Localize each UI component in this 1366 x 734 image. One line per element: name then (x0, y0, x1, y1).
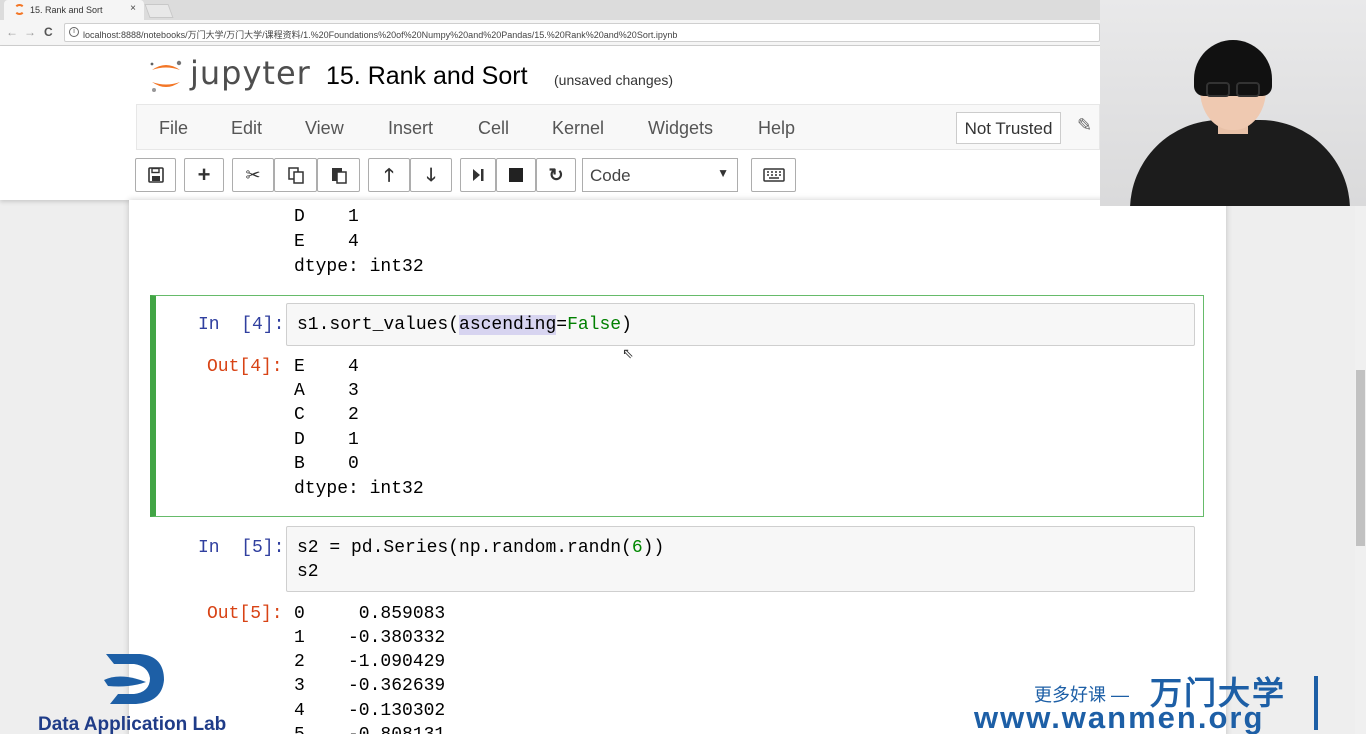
arrow-up-icon: 🡑 (384, 165, 394, 185)
output-line: 5 -0.808131 (294, 725, 445, 734)
cell-type-select[interactable]: Code ▼ (582, 158, 738, 192)
stop-icon (509, 168, 523, 182)
output-line: B 0 (294, 454, 359, 474)
floppy-disk-icon (147, 167, 164, 183)
output-line: 3 -0.362639 (294, 676, 446, 696)
jupyter-logo-icon[interactable] (146, 58, 186, 94)
jupyter-favicon-icon (14, 4, 25, 15)
save-button[interactable] (135, 158, 176, 192)
new-tab-button[interactable] (144, 4, 174, 18)
url-text: localhost:8888/notebooks/万门大学/万门大学/课程资料/… (83, 30, 678, 40)
menu-widgets[interactable]: Widgets (648, 118, 713, 139)
webcam-overlay (1100, 0, 1366, 206)
tab-title: 15. Rank and Sort (30, 5, 103, 15)
output-line: E 4 (294, 357, 359, 377)
copy-icon (287, 167, 304, 184)
jupyter-logo-text: jupyter (190, 54, 311, 92)
output-line: dtype: int32 (294, 479, 424, 499)
mouse-cursor-icon: ⇖ (622, 345, 634, 361)
reload-icon[interactable]: C (44, 25, 53, 39)
copy-button[interactable] (274, 158, 317, 192)
prev-output-line: D 1 (294, 207, 359, 227)
move-up-button[interactable]: 🡑 (368, 158, 410, 192)
tab-close-icon[interactable]: × (130, 3, 136, 14)
prev-output-line: dtype: int32 (294, 257, 424, 277)
cut-button[interactable]: ✂ (232, 158, 274, 192)
vertical-scrollbar[interactable] (1355, 206, 1366, 734)
forward-arrow-icon[interactable]: → (24, 25, 36, 39)
prev-output-line: E 4 (294, 232, 359, 252)
plus-icon: + (197, 162, 211, 187)
interrupt-button[interactable] (496, 158, 536, 192)
notebook-toolbar: + ✂ 🡑 🡓 ↻ Code ▼ (0, 150, 1100, 200)
edit-pencil-icon[interactable]: ✎ (1077, 115, 1092, 136)
scissors-icon: ✂ (245, 165, 261, 185)
menu-edit[interactable]: Edit (231, 118, 262, 139)
menu-file[interactable]: File (159, 118, 188, 139)
paste-button[interactable] (317, 158, 360, 192)
presenter-glasses (1206, 82, 1262, 98)
command-palette-button[interactable] (751, 158, 796, 192)
output-line: 2 -1.090429 (294, 652, 446, 672)
output-line: 1 -0.380332 (294, 628, 446, 648)
menu-help[interactable]: Help (758, 118, 795, 139)
site-info-icon[interactable]: i (69, 27, 79, 37)
paste-icon (331, 168, 347, 184)
menu-view[interactable]: View (305, 118, 344, 139)
cell-type-value: Code (590, 166, 631, 185)
out-prompt-5: Out[5]: (207, 604, 283, 624)
step-forward-icon (473, 169, 484, 181)
restart-button[interactable]: ↻ (536, 158, 576, 192)
out-prompt-4: Out[4]: (207, 357, 283, 377)
output-line: 4 -0.130302 (294, 701, 446, 721)
arrow-down-icon: 🡓 (426, 165, 436, 185)
code-line: s2 = pd.Series(np.random.randn(6)) (297, 538, 665, 558)
dropdown-caret-icon: ▼ (717, 166, 729, 180)
code-line: s1.sort_values(ascending=False) (297, 315, 632, 335)
keyboard-icon (762, 168, 785, 182)
scrollbar-thumb[interactable] (1356, 370, 1365, 546)
restart-icon: ↻ (548, 165, 564, 185)
in-prompt-5: In [5]: (198, 538, 285, 558)
in-prompt-4: In [4]: (198, 315, 285, 335)
output-line: D 1 (294, 430, 359, 450)
not-trusted-button[interactable]: Not Trusted (956, 112, 1061, 144)
output-line: A 3 (294, 381, 359, 401)
menu-kernel[interactable]: Kernel (552, 118, 604, 139)
menu-bar: File Edit View Insert Cell Kernel Widget… (136, 104, 1100, 150)
output-line: 0 0.859083 (294, 604, 446, 624)
screen: 15. Rank and Sort × ← → C i localhost:88… (0, 0, 1366, 734)
back-arrow-icon[interactable]: ← (6, 25, 18, 39)
menu-cell[interactable]: Cell (478, 118, 509, 139)
insert-cell-button[interactable]: + (184, 158, 224, 192)
code-input-5[interactable]: s2 = pd.Series(np.random.randn(6)) s2 (286, 526, 1195, 592)
url-input[interactable]: i localhost:8888/notebooks/万门大学/万门大学/课程资… (64, 23, 1100, 42)
code-line: s2 (297, 562, 319, 582)
code-input-4[interactable]: s1.sort_values(ascending=False) (286, 303, 1195, 346)
watermark-url: www.wanmen.org (974, 700, 1265, 734)
menu-insert[interactable]: Insert (388, 118, 433, 139)
save-status: (unsaved changes) (554, 72, 674, 88)
notebook-title[interactable]: 15. Rank and Sort (326, 62, 528, 91)
run-button[interactable] (460, 158, 496, 192)
data-application-lab-logo-icon (104, 654, 164, 704)
browser-tab[interactable]: 15. Rank and Sort × (4, 0, 144, 20)
lab-name-text: Data Application Lab (38, 714, 227, 734)
move-down-button[interactable]: 🡓 (410, 158, 452, 192)
watermark-divider (1314, 676, 1318, 730)
output-line: C 2 (294, 405, 359, 425)
